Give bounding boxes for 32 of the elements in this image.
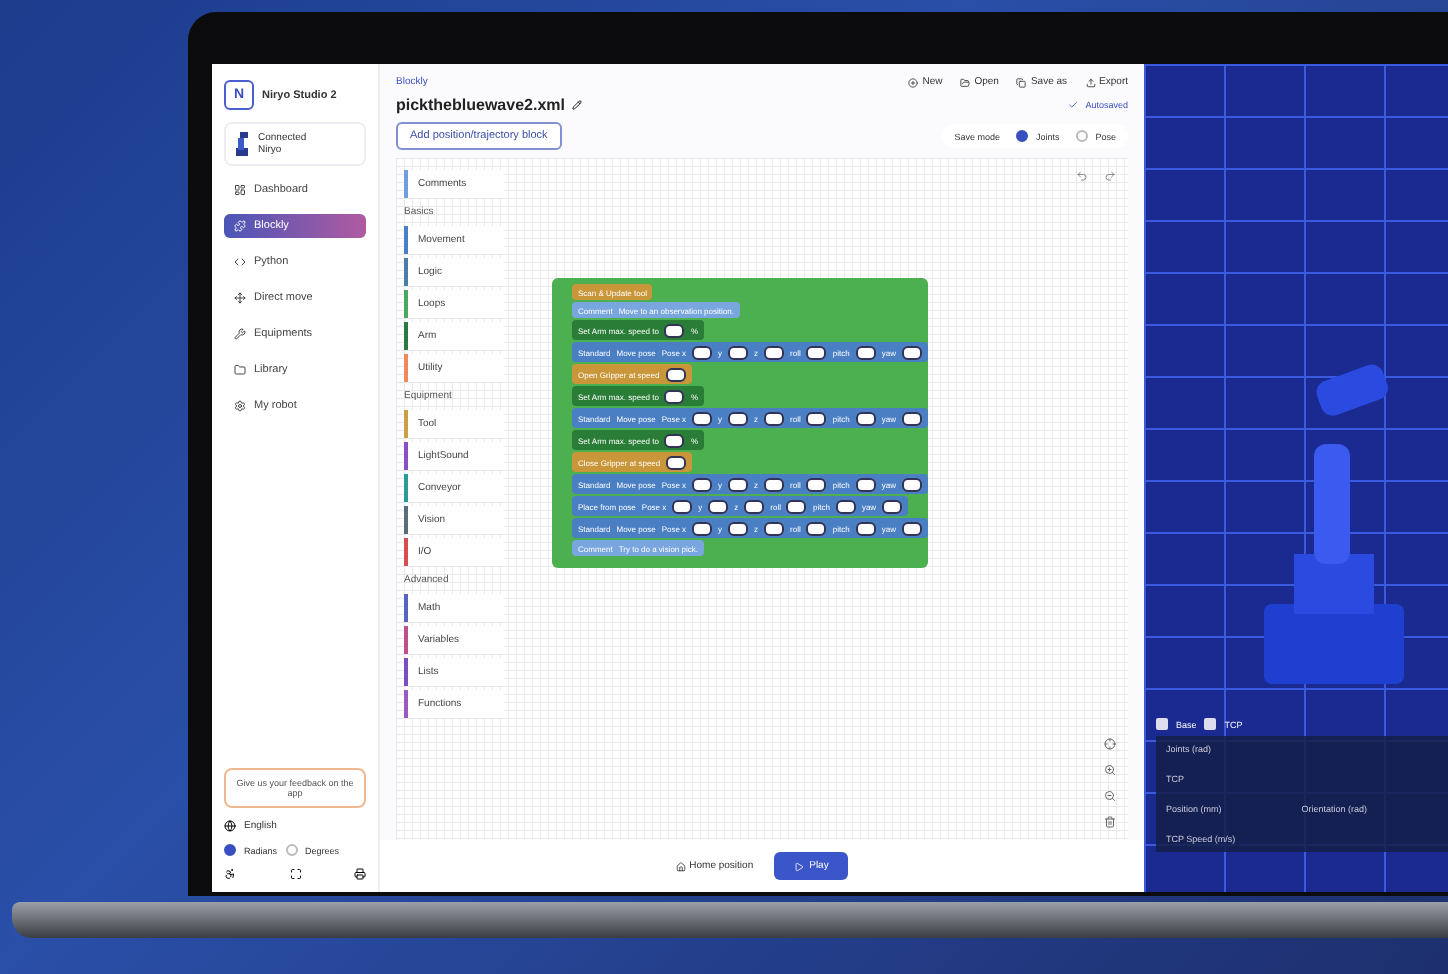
edit-icon[interactable]: [572, 100, 583, 110]
zoom-out-icon[interactable]: [1104, 790, 1116, 802]
undo-icon[interactable]: [1076, 170, 1088, 182]
mode-radio[interactable]: [1015, 130, 1028, 142]
trash-icon[interactable]: [1104, 816, 1116, 828]
action-icon: [1085, 77, 1096, 87]
action-icon: [1016, 77, 1027, 87]
globe-icon: [224, 820, 236, 832]
zoom-in-icon[interactable]: [1104, 764, 1116, 776]
accessibility-icon[interactable]: [224, 868, 236, 880]
nav-icon: [234, 364, 246, 376]
home-icon: [675, 861, 686, 871]
nav-icon: [234, 328, 246, 340]
recenter-icon[interactable]: [1104, 738, 1116, 750]
printer-icon[interactable]: [354, 868, 366, 880]
nav-icon: [234, 292, 246, 304]
check-icon: [1067, 100, 1078, 110]
action-icon: [960, 77, 971, 87]
nav-icon: [234, 184, 246, 196]
frame-checkbox[interactable]: [1156, 718, 1168, 730]
play-icon: [793, 861, 804, 871]
nav-icon: [234, 220, 246, 232]
unit-radio[interactable]: [224, 844, 236, 856]
frame-checkbox[interactable]: [1204, 718, 1217, 730]
nav-icon: [234, 256, 246, 268]
mode-radio[interactable]: [1075, 130, 1088, 142]
nav-icon: [234, 400, 246, 412]
redo-icon[interactable]: [1104, 170, 1116, 182]
file-name: pickthebluewave2.xml: [396, 96, 565, 114]
action-icon: [908, 77, 919, 87]
unit-radio[interactable]: [285, 844, 298, 856]
robot-arm-icon: [234, 132, 250, 156]
